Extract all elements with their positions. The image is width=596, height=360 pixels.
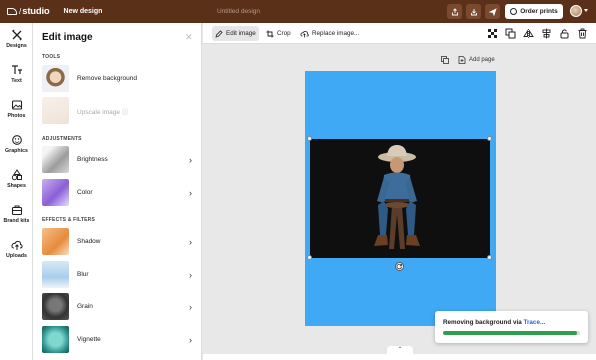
- upscale-image-thumbnail: [42, 97, 69, 124]
- app-logo[interactable]: / studio: [7, 6, 50, 17]
- boy-cowboy-photo: [374, 145, 420, 249]
- crop-icon: [266, 30, 274, 37]
- add-page-icon[interactable]: [458, 56, 466, 64]
- shapes-icon: [11, 169, 22, 181]
- photos-icon: [11, 100, 22, 110]
- graphics-icon: [11, 135, 22, 145]
- flip-icon[interactable]: [523, 28, 534, 39]
- nav-graphics[interactable]: Graphics: [0, 134, 33, 154]
- color-button[interactable]: Color ›: [42, 179, 194, 206]
- rotate-icon: [396, 264, 403, 270]
- resize-handle-top-right[interactable]: [487, 136, 492, 141]
- rotate-handle[interactable]: [395, 262, 404, 271]
- download-button[interactable]: [466, 4, 481, 19]
- nav-photos[interactable]: Photos: [0, 99, 33, 119]
- uploads-icon: [10, 240, 23, 250]
- replace-image-button[interactable]: Replace image...: [297, 26, 362, 41]
- duplicate-icon[interactable]: [505, 28, 516, 39]
- share-icon: [451, 7, 458, 15]
- blur-button[interactable]: Blur ›: [42, 261, 194, 288]
- panel-title: Edit image: [42, 32, 93, 43]
- brightness-button[interactable]: Brightness ›: [42, 146, 194, 173]
- print-icon: [510, 8, 518, 15]
- page-strip: [203, 354, 596, 360]
- close-icon[interactable]: ✕: [185, 32, 193, 43]
- brand-kits-icon: [11, 205, 22, 216]
- order-prints-button[interactable]: Order prints: [505, 4, 563, 19]
- logo-text: studio: [22, 6, 50, 17]
- grain-button[interactable]: Grain ›: [42, 293, 194, 320]
- selected-photo[interactable]: [310, 139, 490, 258]
- chevron-right-icon: ›: [189, 154, 192, 165]
- shadow-button[interactable]: Shadow ›: [42, 228, 194, 255]
- edit-image-panel: Edit image ✕ TOOLS Remove background Ups…: [33, 23, 202, 360]
- lock-icon[interactable]: [559, 28, 570, 39]
- chevron-right-icon: ›: [189, 301, 192, 312]
- document-title-input[interactable]: Untitled design: [217, 8, 260, 15]
- remove-background-button[interactable]: Remove background: [42, 65, 194, 92]
- trace-link[interactable]: Trace...: [523, 319, 545, 326]
- logo-mark-icon: [7, 8, 17, 15]
- color-thumbnail: [42, 179, 69, 206]
- designs-icon: [11, 29, 22, 41]
- nav-brand-kits[interactable]: Brand kits: [0, 204, 33, 224]
- upscale-image-button: Upscale image ⓘ: [42, 97, 194, 124]
- image-toolbar: Edit image Crop Replace image...: [203, 23, 596, 44]
- resize-handle-bottom-left[interactable]: [307, 255, 312, 260]
- progress-bar: [443, 331, 580, 335]
- toast-message: Removing background via Trace...: [443, 319, 546, 326]
- chevron-right-icon: ›: [189, 236, 192, 247]
- chevron-right-icon: ›: [189, 187, 192, 198]
- adjustments-heading: ADJUSTMENTS: [42, 136, 82, 142]
- duplicate-page-icon[interactable]: [441, 56, 449, 64]
- pencil-icon: [215, 29, 223, 38]
- avatar[interactable]: [570, 5, 582, 17]
- resize-handle-top-left[interactable]: [307, 136, 312, 141]
- transparency-icon[interactable]: [487, 28, 498, 39]
- nav-designs[interactable]: Designs: [0, 29, 33, 49]
- chevron-up-icon: ⌃: [397, 347, 403, 353]
- remove-background-thumbnail: [42, 65, 69, 92]
- chevron-down-icon[interactable]: [584, 9, 588, 12]
- progress-fill: [443, 331, 578, 335]
- effects-filters-heading: EFFECTS & FILTERS: [42, 217, 96, 223]
- shadow-thumbnail: [42, 228, 69, 255]
- align-icon[interactable]: [541, 28, 552, 39]
- page-tools: Add page: [441, 56, 495, 64]
- chevron-right-icon: ›: [189, 334, 192, 345]
- share-button[interactable]: [447, 4, 462, 19]
- text-icon: [11, 65, 22, 74]
- edit-image-button[interactable]: Edit image: [212, 26, 259, 41]
- left-nav: Designs Text Photos Graphics Shapes Bran…: [0, 23, 33, 360]
- brightness-thumbnail: [42, 146, 69, 173]
- resize-handle-bottom-right[interactable]: [487, 255, 492, 260]
- grain-thumbnail: [42, 293, 69, 320]
- trash-icon[interactable]: [577, 28, 588, 39]
- tools-heading: TOOLS: [42, 54, 61, 60]
- nav-shapes[interactable]: Shapes: [0, 169, 33, 189]
- nav-text[interactable]: Text: [0, 64, 33, 84]
- design-name-menu[interactable]: New design: [64, 8, 103, 15]
- blur-thumbnail: [42, 261, 69, 288]
- send-icon: [488, 7, 497, 16]
- vignette-button[interactable]: Vignette ›: [42, 326, 194, 353]
- expand-pages-button[interactable]: ⌃: [387, 346, 413, 354]
- add-page-button[interactable]: Add page: [469, 57, 495, 63]
- chevron-right-icon: ›: [189, 269, 192, 280]
- crop-button[interactable]: Crop: [263, 26, 294, 41]
- nav-uploads[interactable]: Uploads: [0, 239, 33, 259]
- send-button[interactable]: [485, 4, 500, 19]
- vignette-thumbnail: [42, 326, 69, 353]
- progress-toast: Removing background via Trace...: [435, 311, 588, 343]
- download-icon: [470, 8, 477, 15]
- cloud-upload-icon: [300, 30, 309, 37]
